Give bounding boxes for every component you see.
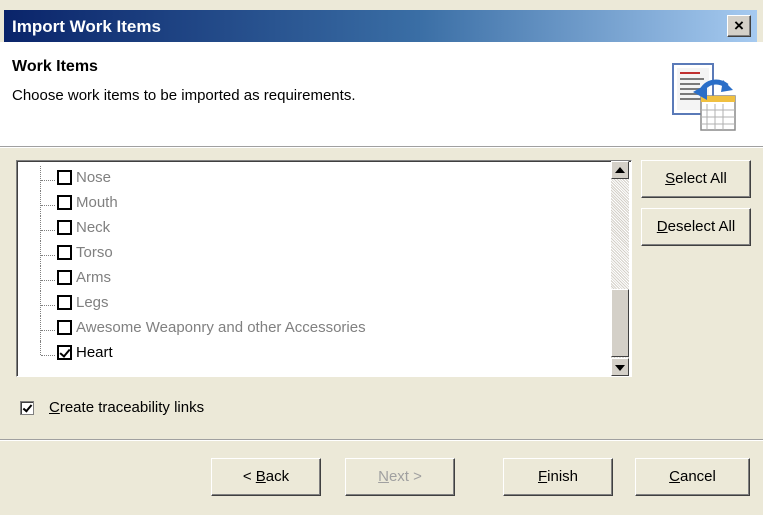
tree-branch: [41, 230, 55, 231]
list-item[interactable]: Legs: [17, 291, 613, 316]
footer-separator: [0, 439, 763, 441]
tree-branch: [41, 180, 55, 181]
item-checkbox[interactable]: [57, 195, 72, 210]
list-item[interactable]: Neck: [17, 216, 613, 241]
item-label: Torso: [76, 244, 113, 261]
list-item[interactable]: Mouth: [17, 191, 613, 216]
back-label: < Back: [242, 468, 290, 485]
list-item[interactable]: Nose: [17, 166, 613, 191]
work-items-rows: Nose Mouth Neck Torso Arms Legs Awesome …: [17, 161, 613, 376]
item-checkbox[interactable]: [57, 295, 72, 310]
window-title: Import Work Items: [12, 17, 161, 36]
list-item[interactable]: Arms: [17, 266, 613, 291]
item-checkbox[interactable]: [57, 245, 72, 260]
deselect-all-button[interactable]: Deselect All: [641, 208, 751, 246]
item-label: Mouth: [76, 194, 118, 211]
item-checkbox[interactable]: [57, 345, 72, 360]
title-bar: Import Work Items ×: [4, 10, 757, 42]
item-label: Arms: [76, 269, 111, 286]
traceability-label: Create traceability links: [49, 399, 205, 416]
list-item[interactable]: Torso: [17, 241, 613, 266]
item-label: Legs: [76, 294, 109, 311]
header-separator: [0, 146, 763, 148]
page-title: Work Items: [12, 58, 98, 75]
item-checkbox[interactable]: [57, 320, 72, 335]
wizard-header: Work Items Choose work items to be impor…: [0, 42, 763, 146]
tree-line: [40, 191, 41, 216]
cancel-button[interactable]: Cancel: [635, 458, 750, 496]
list-item[interactable]: Heart: [17, 341, 613, 366]
tree-line: [40, 266, 41, 291]
scroll-down-button[interactable]: [611, 358, 629, 376]
arrow-up-icon: [615, 167, 625, 173]
select-all-label: Select All: [665, 170, 727, 187]
page-subtitle: Choose work items to be imported as requ…: [12, 87, 356, 104]
tree-line: [40, 166, 41, 191]
deselect-all-label: Deselect All: [656, 218, 736, 235]
tree-line: [40, 241, 41, 266]
item-label: Nose: [76, 169, 112, 186]
scroll-thumb[interactable]: [611, 289, 629, 357]
tree-branch: [41, 330, 55, 331]
back-button[interactable]: < Back: [211, 458, 321, 496]
import-requirements-icon: [672, 63, 736, 131]
tree-branch: [41, 205, 55, 206]
tree-branch: [41, 355, 55, 356]
work-items-list[interactable]: Nose Mouth Neck Torso Arms Legs Awesome …: [16, 160, 632, 377]
cancel-label: Cancel: [669, 468, 716, 485]
select-all-button[interactable]: Select All: [641, 160, 751, 198]
next-label: Next >: [378, 468, 422, 485]
arrow-down-icon: [615, 365, 625, 371]
close-button[interactable]: ×: [727, 15, 751, 37]
tree-line: [40, 341, 41, 355]
tree-branch: [41, 255, 55, 256]
traceability-checkbox[interactable]: [20, 401, 34, 415]
tree-branch: [41, 280, 55, 281]
item-label: Heart: [76, 344, 113, 361]
item-checkbox[interactable]: [57, 220, 72, 235]
item-label: Neck: [76, 219, 111, 236]
finish-button[interactable]: Finish: [503, 458, 613, 496]
tree-line: [40, 316, 41, 341]
finish-label: Finish: [537, 468, 579, 485]
item-label: Awesome Weaponry and other Accessories: [76, 319, 366, 336]
tree-line: [40, 216, 41, 241]
scroll-up-button[interactable]: [611, 161, 629, 179]
item-checkbox[interactable]: [57, 170, 72, 185]
vertical-scrollbar[interactable]: [611, 161, 629, 376]
tree-line: [40, 291, 41, 316]
next-button[interactable]: Next >: [345, 458, 455, 496]
list-item[interactable]: Awesome Weaponry and other Accessories: [17, 316, 613, 341]
item-checkbox[interactable]: [57, 270, 72, 285]
tree-branch: [41, 305, 55, 306]
